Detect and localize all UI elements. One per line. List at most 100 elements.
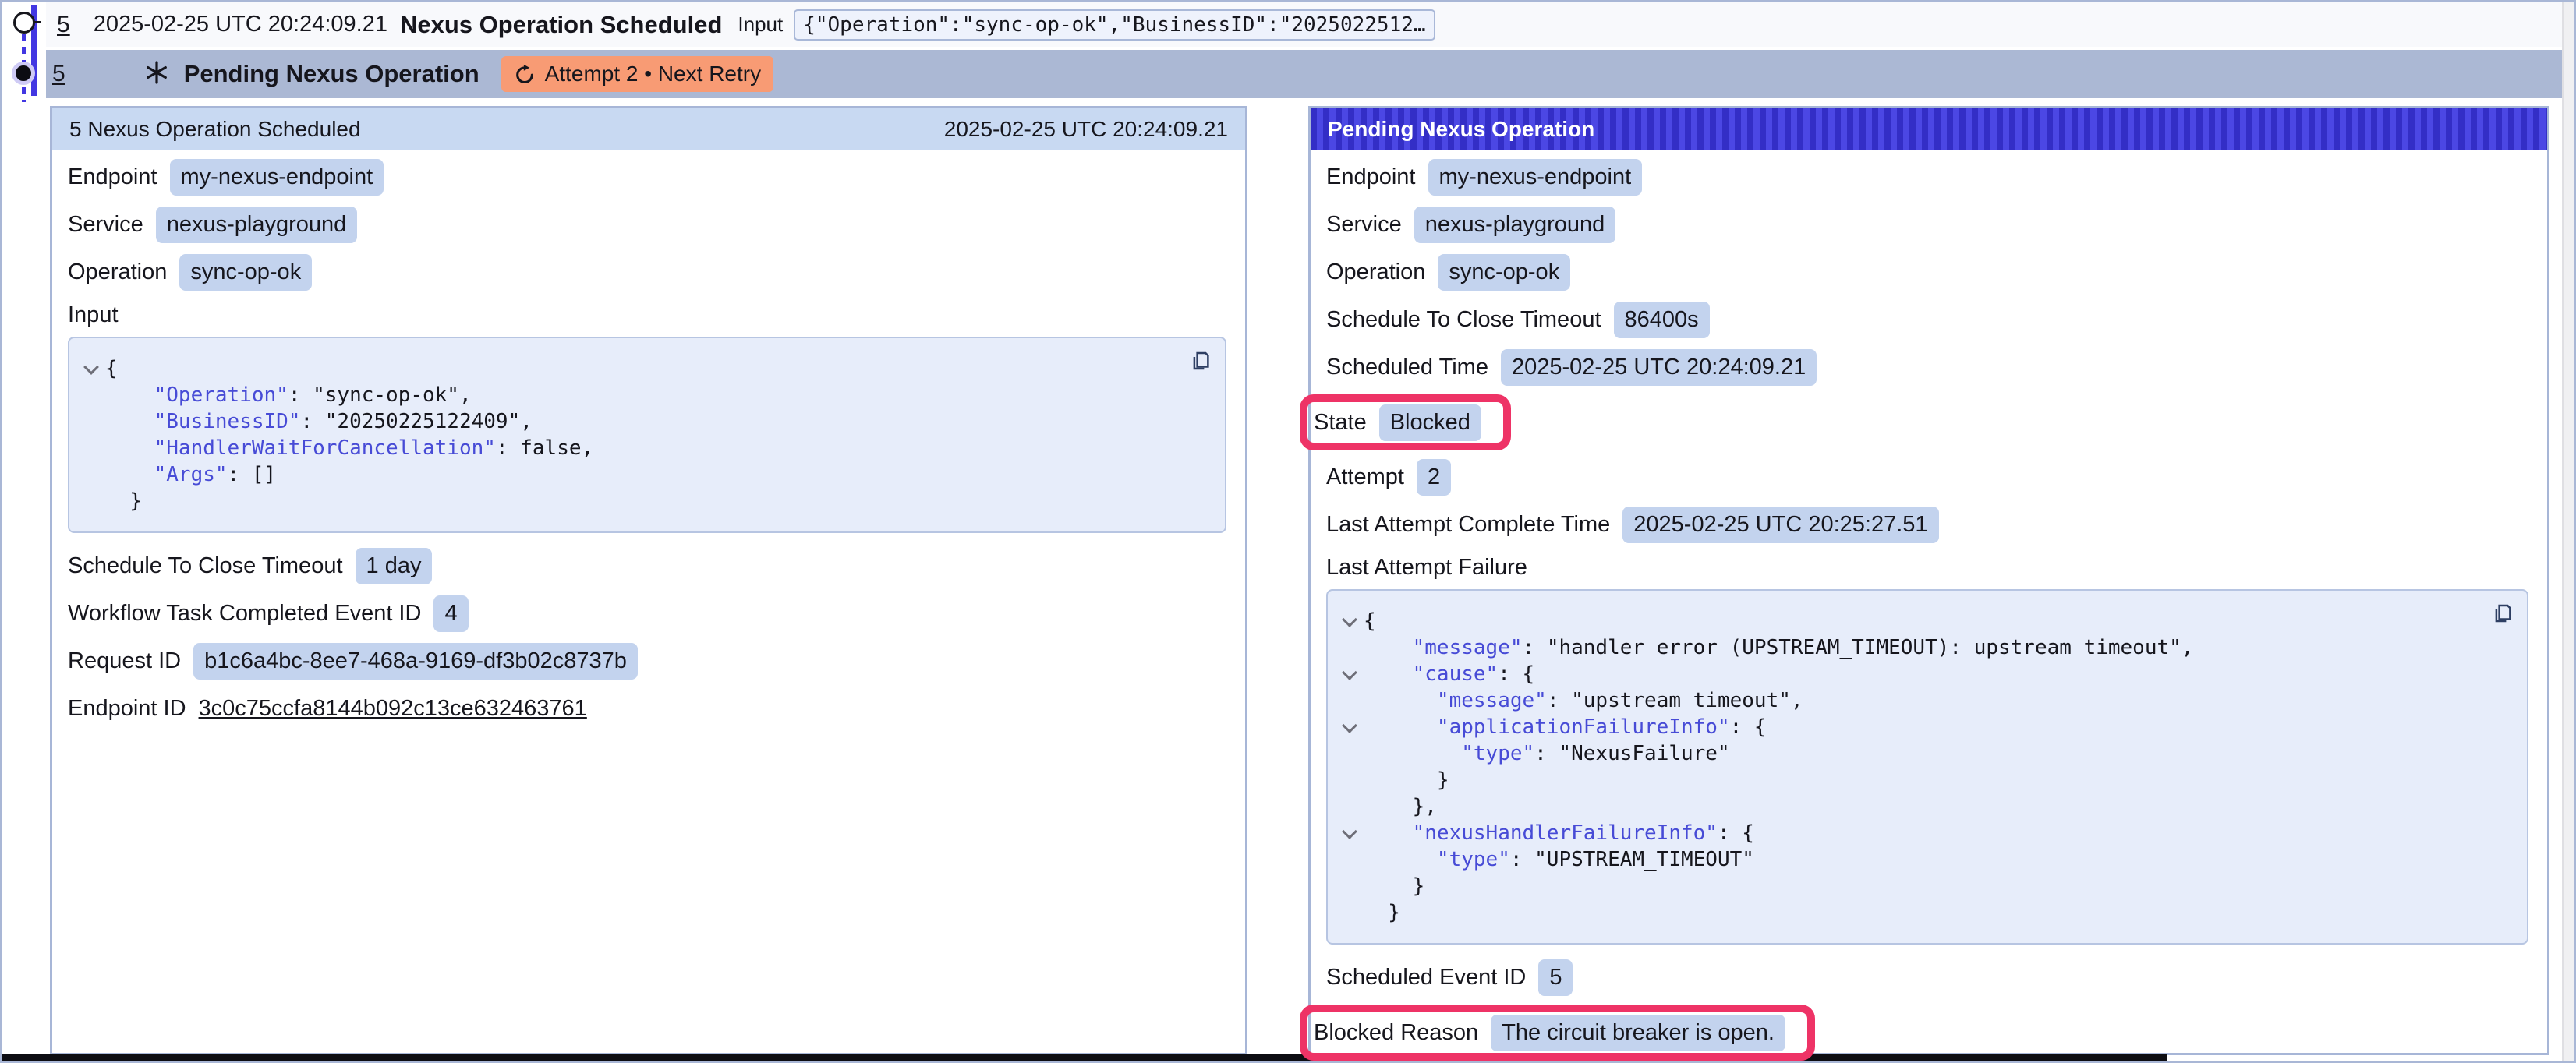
- code-gutter: [1336, 714, 1364, 740]
- code-line: }: [1336, 873, 2505, 899]
- copy-button[interactable]: [2491, 602, 2514, 627]
- code-text: "message": "handler error (UPSTREAM_TIME…: [1364, 634, 2193, 661]
- highlight-annotation-state: State Blocked: [1300, 394, 1511, 450]
- vertical-scrollbar[interactable]: [2562, 2, 2574, 1061]
- input-preview-chip[interactable]: {"Operation":"sync-op-ok","BusinessID":"…: [794, 9, 1435, 41]
- field-value-badge: Blocked: [1379, 404, 1481, 441]
- code-text: "Operation": "sync-op-ok",: [105, 382, 472, 408]
- event-title: Nexus Operation Scheduled: [400, 11, 722, 39]
- field-value-badge: 5: [1538, 959, 1573, 996]
- input-json-lines: { "Operation": "sync-op-ok", "BusinessID…: [77, 355, 1203, 514]
- code-gutter: [77, 488, 105, 514]
- chevron-down-icon[interactable]: [83, 359, 99, 375]
- field-row-service: Servicenexus-playground: [68, 201, 357, 249]
- code-line: "nexusHandlerFailureInfo": {: [1336, 820, 2505, 846]
- code-text: "type": "NexusFailure": [1364, 740, 1730, 767]
- field-label: State: [1314, 410, 1367, 436]
- attempt-retry-badge[interactable]: Attempt 2 • Next Retry: [501, 56, 773, 92]
- field-value-badge: 2: [1417, 459, 1451, 496]
- scheduled-panel-title: 5 Nexus Operation Scheduled: [69, 117, 361, 142]
- chevron-down-icon[interactable]: [1342, 718, 1357, 733]
- code-text: "applicationFailureInfo": {: [1364, 714, 1767, 740]
- field-label: Service: [1326, 212, 1402, 238]
- code-line: "Operation": "sync-op-ok",: [77, 382, 1203, 408]
- field-label: Schedule To Close Timeout: [68, 553, 343, 579]
- field-value-badge: 4: [433, 595, 468, 632]
- code-line: "cause": {: [1336, 661, 2505, 687]
- field-value-badge: The circuit breaker is open.: [1491, 1015, 1785, 1051]
- code-line: "message": "upstream timeout",: [1336, 687, 2505, 714]
- field-label: Workflow Task Completed Event ID: [68, 601, 421, 627]
- copy-button[interactable]: [1189, 349, 1212, 375]
- code-line: }: [77, 488, 1203, 514]
- temporal-event-history-screen: 5 2025-02-25 UTC 20:24:09.21 Nexus Opera…: [0, 0, 2576, 1063]
- field-value-badge: 2025-02-25 UTC 20:25:27.51: [1622, 507, 1938, 543]
- code-line: {: [1336, 608, 2505, 634]
- field-row-blocked-reason: Blocked Reason The circuit breaker is ope…: [1314, 1012, 1785, 1053]
- code-gutter: [77, 408, 105, 435]
- field-label: Scheduled Time: [1326, 355, 1488, 380]
- code-line: "HandlerWaitForCancellation": false,: [77, 435, 1203, 461]
- code-gutter: [77, 461, 105, 488]
- event-row-scheduled[interactable]: 5 2025-02-25 UTC 20:24:09.21 Nexus Opera…: [46, 2, 2564, 47]
- field-row-service: Service nexus-playground: [1326, 201, 1615, 249]
- field-row-endpoint: Endpoint my-nexus-endpoint: [68, 154, 384, 201]
- field-value-badge: 86400s: [1614, 302, 1710, 338]
- code-gutter: [1336, 873, 1364, 899]
- scheduled-event-panel: 5 Nexus Operation Scheduled 2025-02-25 U…: [50, 106, 1247, 1055]
- field-row-operation: Operation sync-op-ok: [68, 249, 312, 296]
- field-value-badge: 2025-02-25 UTC 20:24:09.21: [1501, 349, 1817, 386]
- retry-icon: [514, 63, 536, 85]
- field-label: Last Attempt Complete Time: [1326, 512, 1610, 538]
- failure-json-block: { "message": "handler error (UPSTREAM_TI…: [1326, 589, 2528, 945]
- field-label: Operation: [68, 260, 167, 285]
- event-id-link[interactable]: 5: [57, 12, 70, 38]
- field-row-operation: Operationsync-op-ok: [1326, 249, 1570, 296]
- field-value-badge: sync-op-ok: [179, 254, 312, 291]
- field-label: Endpoint: [68, 164, 157, 190]
- field-label: Operation: [1326, 260, 1425, 285]
- field-value-badge: nexus-playground: [1414, 207, 1616, 243]
- field-row-request-id: Request IDb1c6a4bc-8ee7-468a-9169-df3b02…: [68, 637, 638, 685]
- field-row-workflow-task-completed-event-id: Workflow Task Completed Event ID 4: [68, 590, 469, 637]
- field-label: Scheduled Event ID: [1326, 965, 1526, 991]
- code-gutter: [77, 355, 105, 382]
- code-gutter: [1336, 846, 1364, 873]
- code-text: "nexusHandlerFailureInfo": {: [1364, 820, 1754, 846]
- pending-panel-header: Pending Nexus Operation: [1311, 108, 2547, 150]
- code-line: {: [77, 355, 1203, 382]
- code-line: "type": "UPSTREAM_TIMEOUT": [1336, 846, 2505, 873]
- code-gutter: [1336, 820, 1364, 846]
- code-text: "HandlerWaitForCancellation": false,: [105, 435, 593, 461]
- code-text: }: [1364, 873, 1424, 899]
- code-gutter: [1336, 899, 1364, 926]
- input-section-label: Input: [68, 296, 119, 334]
- chevron-down-icon[interactable]: [1342, 665, 1357, 680]
- pending-panel-title: Pending Nexus Operation: [1328, 117, 1594, 142]
- code-text: "cause": {: [1364, 661, 1534, 687]
- pending-event-id-link[interactable]: 5: [52, 61, 65, 87]
- field-row-scheduled-time: Scheduled Time 2025-02-25 UTC 20:24:09.21: [1326, 344, 1817, 391]
- field-row-scheduled-event-id: Scheduled Event ID 5: [1326, 954, 1573, 1001]
- scheduled-panel-time: 2025-02-25 UTC 20:24:09.21: [944, 117, 1228, 142]
- scheduled-panel-body: Endpoint my-nexus-endpoint Servicenexus-pl…: [52, 150, 1245, 733]
- code-line: },: [1336, 793, 2505, 820]
- code-text: "message": "upstream timeout",: [1364, 687, 1803, 714]
- code-line: "message": "handler error (UPSTREAM_TIME…: [1336, 634, 2505, 661]
- field-value-badge: nexus-playground: [156, 207, 358, 243]
- code-line: "applicationFailureInfo": {: [1336, 714, 2505, 740]
- chevron-down-icon[interactable]: [1342, 824, 1357, 839]
- code-gutter: [1336, 767, 1364, 793]
- chevron-down-icon[interactable]: [1342, 612, 1357, 627]
- highlight-annotation-blocked-reason: Blocked Reason The circuit breaker is ope…: [1300, 1005, 1815, 1061]
- field-value-badge: my-nexus-endpoint: [170, 159, 384, 196]
- failure-json-lines: { "message": "handler error (UPSTREAM_TI…: [1336, 608, 2505, 926]
- field-label: Blocked Reason: [1314, 1020, 1478, 1046]
- field-value-link[interactable]: 3c0c75ccfa8144b092c13ce632463761: [199, 696, 587, 722]
- code-text: }: [1364, 767, 1449, 793]
- field-row-state: State Blocked: [1314, 402, 1481, 443]
- event-row-pending[interactable]: 5 Pending Nexus Operation Attempt 2 • Ne…: [46, 50, 2564, 98]
- pending-title: Pending Nexus Operation: [184, 60, 479, 88]
- code-text: {: [105, 355, 118, 382]
- asterisk-icon: [143, 59, 170, 90]
